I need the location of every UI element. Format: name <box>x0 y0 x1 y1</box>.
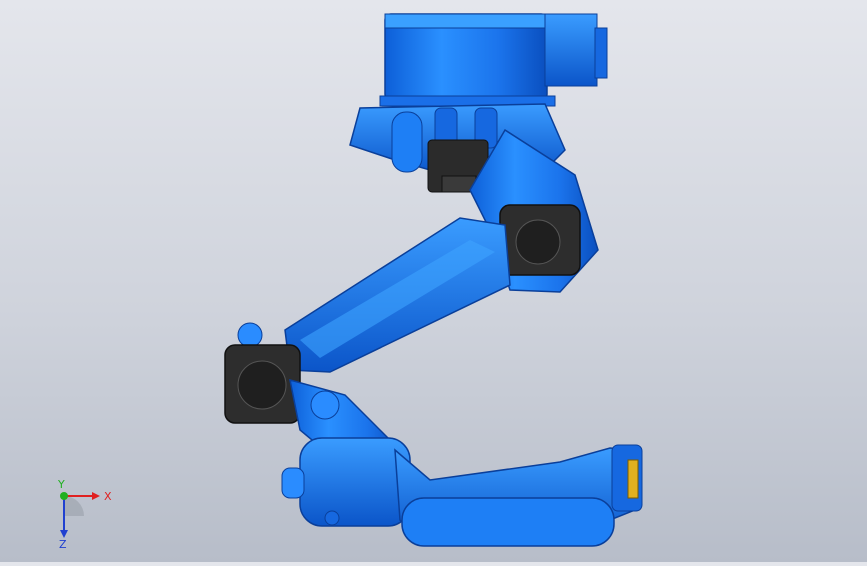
x-axis-label: X <box>104 490 112 503</box>
z-axis-label: Z <box>59 538 67 548</box>
tool-arm <box>394 444 643 547</box>
forearm <box>284 217 511 373</box>
3d-viewport[interactable]: X Y Z <box>0 0 867 562</box>
robot-arm-model[interactable] <box>0 0 867 562</box>
triad-shadow <box>64 496 84 516</box>
elbow-motor <box>499 204 581 276</box>
y-axis-label: Y <box>57 478 65 491</box>
axis-triad: X Y Z <box>40 478 120 551</box>
x-axis-arrow <box>92 492 100 500</box>
wrist-body <box>281 437 411 527</box>
robot-base <box>379 13 608 107</box>
y-axis-dot <box>60 492 68 500</box>
z-axis-arrow <box>60 530 68 538</box>
